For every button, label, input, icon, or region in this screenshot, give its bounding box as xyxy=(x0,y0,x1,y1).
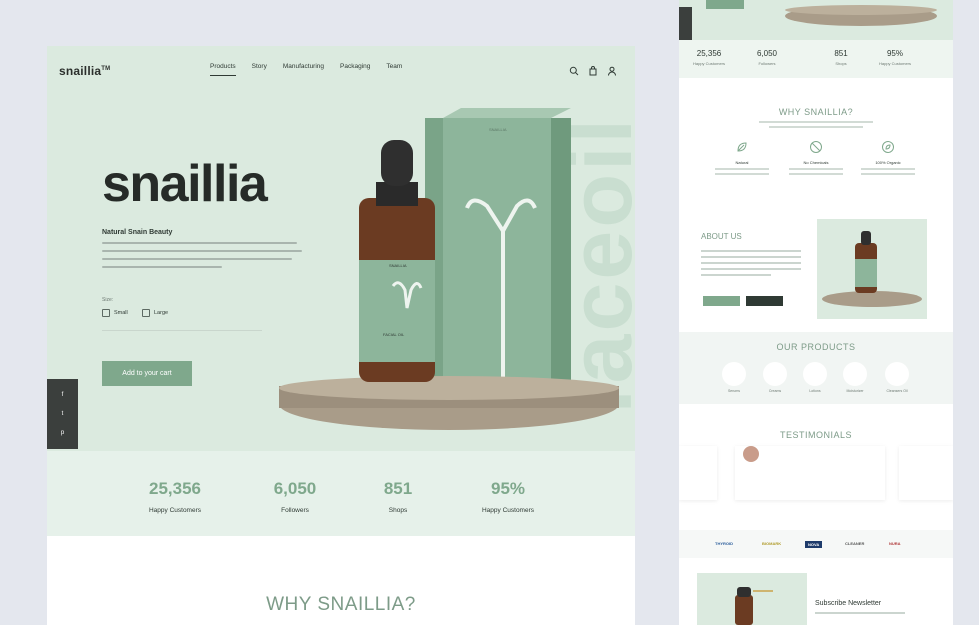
product-image xyxy=(279,108,619,430)
product-category-label: Moisturizer xyxy=(846,389,864,393)
product-category-icon[interactable] xyxy=(843,362,867,386)
stat-happy: 95% Happy Customers xyxy=(481,479,535,514)
side-stat: 25,356 Happy Customers xyxy=(692,49,725,66)
partner-logo: BIOMARK xyxy=(762,541,782,546)
side-products-heading: OUR PRODUCTS xyxy=(776,342,856,352)
product-category-label: Serums xyxy=(727,389,741,393)
testimonial-card xyxy=(899,446,953,500)
box-brand-label: SNAILLIA xyxy=(489,127,507,132)
side-feature: Natural xyxy=(707,140,777,175)
side-why-text xyxy=(759,121,873,128)
side-stat: 95% Happy Customers xyxy=(878,49,911,66)
product-category-icon[interactable] xyxy=(763,362,787,386)
pinterest-icon[interactable]: p xyxy=(61,430,64,436)
leaf-icon xyxy=(735,140,749,154)
twitter-icon[interactable]: t xyxy=(62,411,64,417)
bottle-brand-label: SNAILLIA xyxy=(389,263,407,268)
testimonial-avatar xyxy=(743,446,759,462)
side-about-text xyxy=(701,250,801,280)
product-category-icon[interactable] xyxy=(722,362,746,386)
no-chemicals-icon xyxy=(809,140,823,154)
side-bottle-image xyxy=(822,231,922,307)
product-category-label: Cleansers Oil xyxy=(886,389,908,393)
bottle-product-text: FACIAL OIL xyxy=(383,332,405,337)
side-feature: 100% Organic xyxy=(853,140,923,175)
side-dropper-image xyxy=(735,587,773,625)
organic-badge-icon xyxy=(881,140,895,154)
partner-logo: NOVA xyxy=(805,541,823,548)
side-about-image xyxy=(817,219,927,319)
hero-section: snailliaTM Products Story Manufacturing … xyxy=(47,46,635,451)
product-category-icon[interactable] xyxy=(803,362,827,386)
product-category-label: Creams xyxy=(768,389,782,393)
side-cta-button[interactable] xyxy=(706,0,744,9)
why-heading: WHY SNAILLIA? xyxy=(266,594,416,615)
side-stat: 851 Shops xyxy=(834,49,848,66)
side-stats: 25,356 Happy Customers 6,050 Followers 851… xyxy=(679,40,953,78)
testimonial-card xyxy=(679,446,717,500)
stat-customers: 25,356 Happy Customers xyxy=(148,479,202,514)
side-testimonials-heading: TESTIMONIALS xyxy=(779,430,852,440)
partner-logo: NURA xyxy=(889,541,901,546)
social-bar: f t p xyxy=(47,379,78,449)
stat-followers: 6,050 Followers xyxy=(273,479,317,514)
side-social-bar xyxy=(679,7,692,40)
partner-logo: CLEANER xyxy=(845,541,865,546)
main-page-frame: snailliaTM Products Story Manufacturing … xyxy=(47,46,635,625)
side-about-button[interactable] xyxy=(703,296,740,306)
newsletter-line xyxy=(815,612,905,614)
side-partner-logos: THYROID BIOMARK NOVA CLEANER NURA xyxy=(679,530,953,558)
side-about-heading: ABOUT US xyxy=(701,232,742,241)
side-about-button-dark[interactable] xyxy=(746,296,783,306)
stat-shops: 851 Shops xyxy=(383,479,413,514)
partner-logo: THYROID xyxy=(715,541,733,546)
side-why-heading: WHY SNAILLIA? xyxy=(778,107,854,117)
side-preview-frame: 25,356 Happy Customers 6,050 Followers 851… xyxy=(679,0,953,625)
product-category-label: Lotions xyxy=(809,389,821,393)
stats-section: 25,356 Happy Customers 6,050 Followers 851… xyxy=(47,451,635,536)
side-feature: No Chemicals xyxy=(781,140,851,175)
side-newsletter-image xyxy=(697,573,807,625)
testimonial-card xyxy=(735,446,885,500)
side-stat: 6,050 Followers xyxy=(756,49,778,66)
product-category-icon[interactable] xyxy=(885,362,909,386)
side-newsletter-heading: Subscribe Newsletter xyxy=(815,600,882,607)
facebook-icon[interactable]: f xyxy=(62,392,64,398)
